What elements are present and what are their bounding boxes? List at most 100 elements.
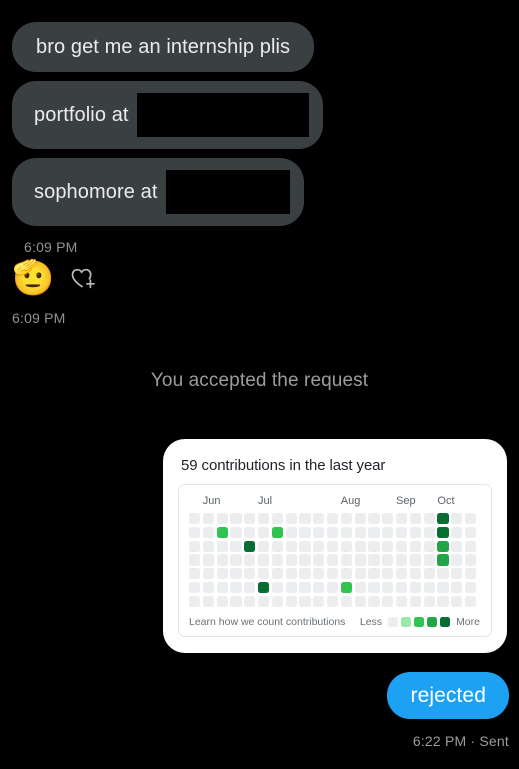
contribution-cell[interactable] [202,513,215,525]
contribution-cell[interactable] [299,554,311,566]
outgoing-bubble[interactable]: rejected [387,672,509,719]
contribution-cell[interactable] [464,526,477,539]
contribution-cell[interactable] [382,595,394,608]
contribution-cell[interactable] [244,595,256,608]
contribution-cell[interactable] [382,540,394,552]
contribution-cell[interactable] [340,581,353,594]
contribution-cell[interactable] [451,568,463,580]
contribution-cell[interactable] [395,581,408,594]
contribution-cell[interactable] [189,568,201,580]
contribution-cell[interactable] [230,540,242,552]
contribution-cell[interactable] [395,526,408,539]
heart-plus-icon[interactable] [68,263,98,293]
contribution-cell[interactable] [368,568,380,580]
learn-more-link[interactable]: Learn how we count contributions [189,616,345,628]
contribution-cell[interactable] [326,540,339,552]
contribution-cell[interactable] [202,595,215,608]
contribution-cell[interactable] [257,513,270,525]
contribution-cell[interactable] [409,526,422,539]
contribution-cell[interactable] [354,526,366,539]
contribution-cell[interactable] [189,526,201,539]
contribution-cell[interactable] [271,526,284,539]
contribution-cell[interactable] [354,554,366,566]
contribution-cell[interactable] [437,595,449,608]
contribution-cell[interactable] [368,513,380,525]
contribution-cell[interactable] [423,526,435,539]
contribution-cell[interactable] [216,513,228,525]
contribution-cell[interactable] [189,595,201,608]
contribution-cell[interactable] [202,540,215,552]
contribution-cell[interactable] [257,581,270,594]
contribution-cell[interactable] [464,595,477,608]
contribution-cell[interactable] [285,513,297,525]
contribution-cell[interactable] [437,513,449,525]
contribution-cell[interactable] [216,526,228,539]
contribution-cell[interactable] [382,581,394,594]
contribution-cell[interactable] [437,526,449,539]
contribution-cell[interactable] [395,513,408,525]
contribution-cell[interactable] [409,554,422,566]
contribution-cell[interactable] [244,513,256,525]
contribution-cell[interactable] [340,540,353,552]
contribution-cell[interactable] [340,526,353,539]
contribution-cell[interactable] [285,526,297,539]
contribution-cell[interactable] [189,581,201,594]
contribution-cell[interactable] [189,554,201,566]
contribution-cell[interactable] [189,513,201,525]
contribution-cell[interactable] [382,526,394,539]
contribution-cell[interactable] [451,581,463,594]
contribution-cell[interactable] [285,554,297,566]
contribution-cell[interactable] [271,595,284,608]
contribution-cell[interactable] [423,595,435,608]
contribution-cell[interactable] [326,526,339,539]
contribution-cell[interactable] [368,595,380,608]
contribution-cell[interactable] [368,554,380,566]
contribution-cell[interactable] [230,526,242,539]
contribution-cell[interactable] [271,540,284,552]
contribution-cell[interactable] [464,568,477,580]
contribution-cell[interactable] [244,568,256,580]
contribution-cell[interactable] [299,581,311,594]
contribution-cell[interactable] [395,540,408,552]
contribution-cell[interactable] [382,568,394,580]
contribution-cell[interactable] [202,581,215,594]
contribution-cell[interactable] [368,540,380,552]
contribution-cell[interactable] [313,568,325,580]
contribution-cell[interactable] [285,540,297,552]
contribution-cell[interactable] [423,581,435,594]
contribution-cell[interactable] [257,554,270,566]
contribution-cell[interactable] [216,554,228,566]
contribution-cell[interactable] [464,554,477,566]
contribution-cell[interactable] [451,526,463,539]
contribution-cell[interactable] [244,554,256,566]
contribution-cell[interactable] [340,554,353,566]
contribution-cell[interactable] [326,568,339,580]
contribution-cell[interactable] [395,595,408,608]
contribution-cell[interactable] [230,513,242,525]
contribution-cell[interactable] [451,554,463,566]
contribution-cell[interactable] [423,540,435,552]
contribution-cell[interactable] [354,595,366,608]
contribution-cell[interactable] [437,554,449,566]
contribution-cell[interactable] [244,581,256,594]
contribution-cell[interactable] [423,513,435,525]
contribution-cell[interactable] [271,554,284,566]
github-contributions-card[interactable]: 59 contributions in the last year Jun Jul… [163,439,507,654]
contribution-cell[interactable] [271,513,284,525]
contribution-cell[interactable] [409,595,422,608]
contribution-cell[interactable] [326,554,339,566]
contribution-cell[interactable] [244,526,256,539]
contribution-cell[interactable] [202,568,215,580]
contribution-cell[interactable] [340,513,353,525]
contribution-cell[interactable] [202,526,215,539]
contribution-cell[interactable] [382,513,394,525]
contribution-cell[interactable] [409,568,422,580]
contribution-cell[interactable] [354,513,366,525]
contribution-cell[interactable] [257,568,270,580]
contribution-cell[interactable] [313,526,325,539]
contribution-cell[interactable] [354,540,366,552]
incoming-bubble-3[interactable]: sophomore at [12,158,304,226]
contribution-cell[interactable] [216,540,228,552]
contribution-cell[interactable] [257,540,270,552]
contribution-cell[interactable] [326,513,339,525]
